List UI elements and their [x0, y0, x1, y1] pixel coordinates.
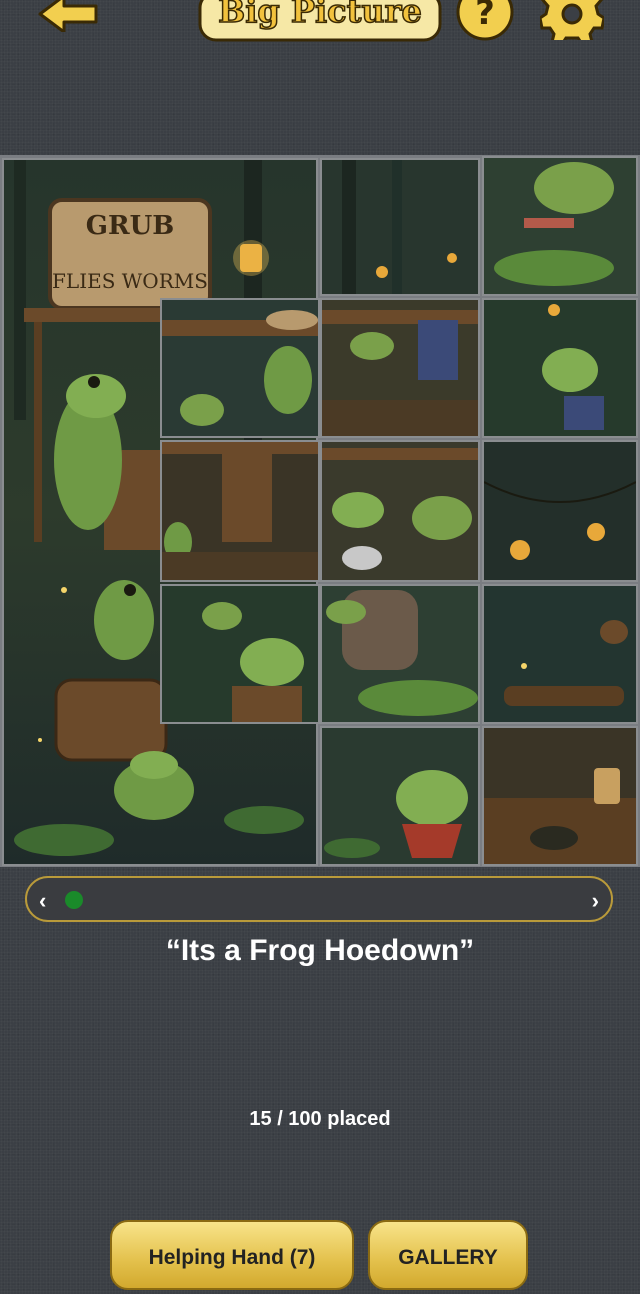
puzzle-piece[interactable] — [482, 584, 638, 724]
puzzle-piece[interactable] — [320, 584, 480, 724]
puzzle-piece[interactable] — [160, 440, 320, 582]
gear-icon — [538, 0, 606, 46]
puzzle-piece[interactable] — [160, 298, 320, 438]
puzzle-piece[interactable] — [482, 440, 638, 582]
progress-text: 15 / 100 placed — [249, 1108, 391, 1130]
svg-text:?: ? — [475, 0, 495, 33]
settings-button[interactable] — [538, 0, 606, 46]
question-mark-icon: ? — [456, 0, 514, 41]
puzzle-piece[interactable] — [320, 158, 480, 296]
back-arrow-icon — [38, 0, 98, 34]
puzzle-piece[interactable] — [160, 584, 320, 724]
puzzle-piece[interactable] — [320, 440, 480, 582]
puzzle-piece[interactable] — [482, 156, 638, 296]
puzzle-piece[interactable] — [482, 298, 638, 438]
sign-line-2: FLIES WORMS — [52, 269, 208, 293]
back-button[interactable] — [36, 0, 102, 34]
app-logo: Big Picture — [198, 0, 442, 42]
puzzle-piece[interactable] — [482, 726, 638, 866]
scroll-left-button[interactable]: ‹ — [39, 888, 46, 914]
top-bar: Big Picture ? — [0, 0, 640, 50]
sign-line-1: GRUB — [86, 211, 174, 241]
logo-text: Big Picture — [218, 0, 422, 30]
help-button[interactable]: ? — [454, 0, 516, 42]
puzzle-piece[interactable] — [320, 298, 480, 438]
scrubber-thumb[interactable] — [65, 891, 83, 909]
puzzle-piece[interactable] — [320, 726, 480, 866]
piece-scrubber[interactable]: ‹ › — [25, 876, 613, 922]
puzzle-title: “Its a Frog Hoedown” — [165, 934, 475, 967]
scroll-right-button[interactable]: › — [592, 888, 599, 914]
